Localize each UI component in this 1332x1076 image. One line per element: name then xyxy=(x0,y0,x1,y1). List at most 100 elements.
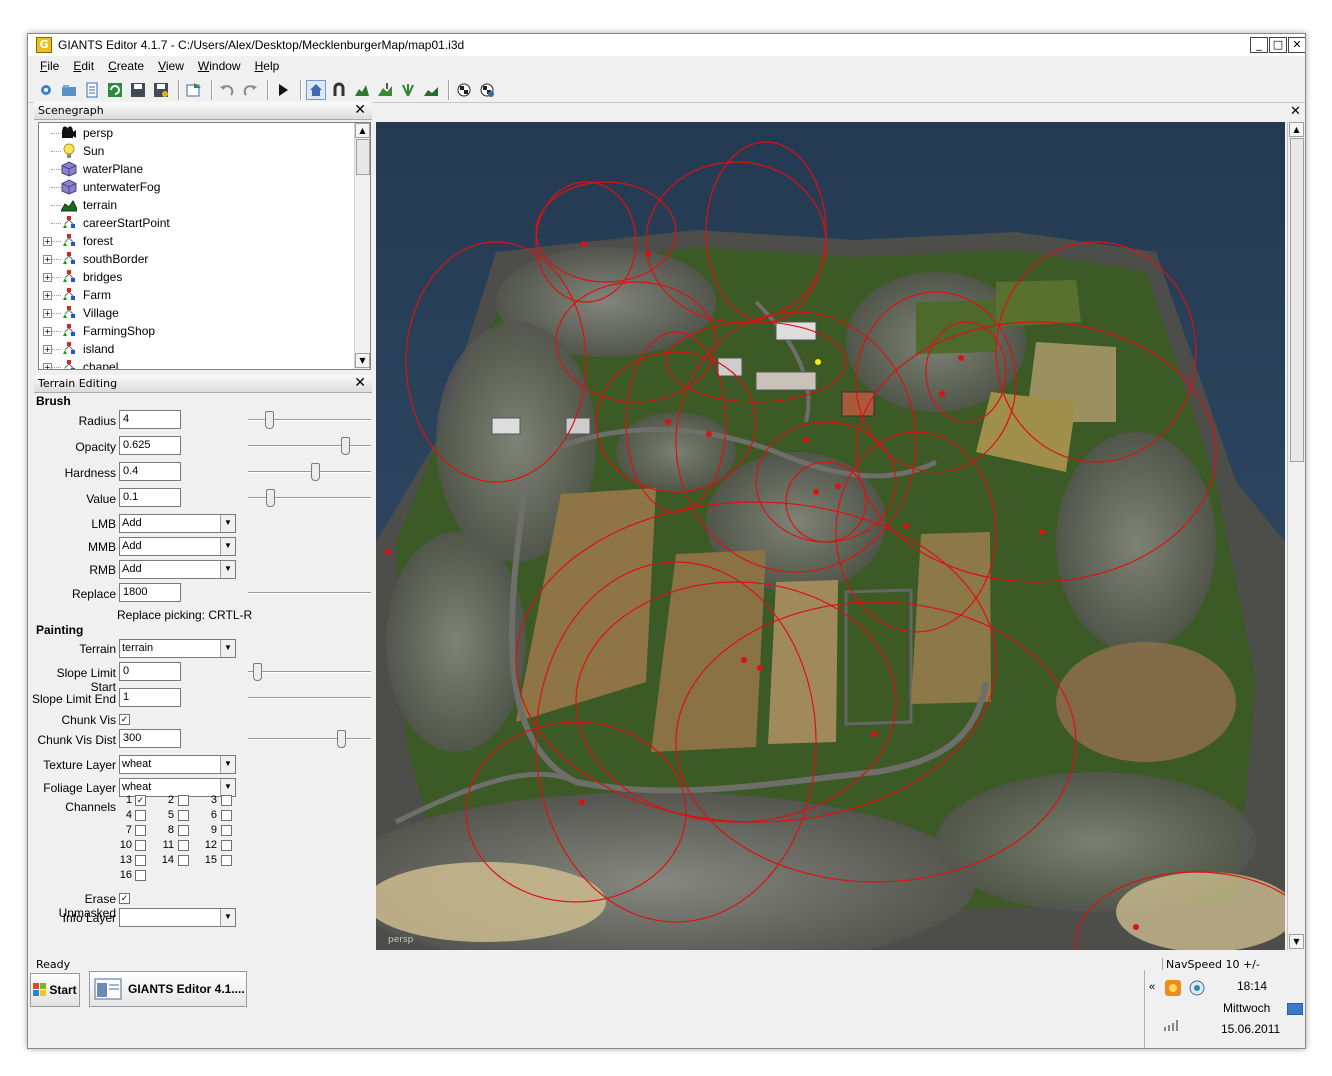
chunk-vis-dist-slider-thumb[interactable] xyxy=(337,730,346,748)
replace-input[interactable]: 1800 xyxy=(119,583,181,602)
opacity-input[interactable]: 0.625 xyxy=(119,436,181,455)
radius-input[interactable]: 4 xyxy=(119,410,181,429)
checker-icon[interactable] xyxy=(454,80,474,100)
scroll-thumb[interactable] xyxy=(1290,138,1304,462)
channel-checkbox[interactable] xyxy=(135,825,146,836)
expand-icon[interactable]: + xyxy=(43,327,52,336)
opacity-slider[interactable] xyxy=(248,437,371,455)
slope-limit-start-input[interactable]: 0 xyxy=(119,662,181,681)
desktop-icon[interactable] xyxy=(1287,1003,1303,1015)
info-layer-select[interactable]: ▼ xyxy=(119,908,236,927)
save-as-icon[interactable] xyxy=(151,80,171,100)
channel-checkbox[interactable] xyxy=(178,840,189,851)
scenegraph-tree[interactable]: persp Sun waterPlane unterwaterFog terrain ca… xyxy=(38,122,371,370)
channel-checkbox[interactable] xyxy=(178,855,189,866)
channel-checkbox[interactable] xyxy=(221,795,232,806)
minimize-button[interactable]: _ xyxy=(1250,37,1268,53)
expand-icon[interactable]: + xyxy=(43,291,52,300)
tray-expand-icon[interactable]: « xyxy=(1149,981,1155,993)
chevron-down-icon[interactable]: ▼ xyxy=(220,909,235,926)
slope-limit-end-input[interactable]: 1 xyxy=(119,688,181,707)
texture-layer-select[interactable]: wheat ▼ xyxy=(119,755,236,774)
expand-icon[interactable]: + xyxy=(43,237,52,246)
tray-app-icon[interactable] xyxy=(1165,980,1181,996)
channel-checkbox[interactable] xyxy=(221,825,232,836)
expand-icon[interactable]: + xyxy=(43,309,52,318)
scenegraph-item[interactable]: terrain xyxy=(61,196,117,214)
chevron-down-icon[interactable]: ▼ xyxy=(220,561,235,578)
terrain-paint-icon[interactable] xyxy=(375,80,395,100)
expand-icon[interactable]: + xyxy=(43,255,52,264)
menu-file[interactable]: File xyxy=(40,59,59,73)
expand-icon[interactable]: + xyxy=(43,345,52,354)
maximize-button[interactable]: □ xyxy=(1269,37,1287,53)
terrain-select[interactable]: terrain ▼ xyxy=(119,639,236,658)
start-button[interactable]: Start xyxy=(30,973,80,1007)
refresh-icon[interactable] xyxy=(105,80,125,100)
scenegraph-item[interactable]: careerStartPoint xyxy=(61,214,170,232)
open-icon[interactable] xyxy=(59,80,79,100)
expand-icon[interactable]: + xyxy=(43,363,52,369)
slope-limit-start-slider-thumb[interactable] xyxy=(253,663,262,681)
opacity-slider-thumb[interactable] xyxy=(341,437,350,455)
terrain-detail-icon[interactable] xyxy=(421,80,441,100)
redo-icon[interactable] xyxy=(240,80,260,100)
channel-checkbox[interactable] xyxy=(221,810,232,821)
tray-network-icon[interactable] xyxy=(1189,980,1205,996)
terrain-editing-close-button[interactable]: ✕ xyxy=(354,375,366,392)
channel-checkbox[interactable] xyxy=(135,855,146,866)
scenegraph-item[interactable]: persp xyxy=(61,124,113,142)
radius-slider[interactable] xyxy=(248,411,371,429)
hardness-input[interactable]: 0.4 xyxy=(119,462,181,481)
chevron-down-icon[interactable]: ▼ xyxy=(220,779,235,796)
3d-viewport[interactable]: persp xyxy=(376,122,1285,950)
slope-limit-end-slider[interactable] xyxy=(248,697,371,699)
clock-time[interactable]: 18:14 xyxy=(1237,979,1267,993)
menu-view[interactable]: View xyxy=(158,59,184,73)
slope-limit-start-slider[interactable] xyxy=(248,663,371,681)
magnet-icon[interactable] xyxy=(329,80,349,100)
scroll-thumb[interactable] xyxy=(356,139,370,175)
viewport-scrollbar[interactable]: ✕ ▲ ▼ xyxy=(1287,104,1305,950)
foliage-paint-icon[interactable] xyxy=(398,80,418,100)
chunk-vis-dist-input[interactable]: 300 xyxy=(119,729,181,748)
play-icon[interactable] xyxy=(273,80,293,100)
menu-help[interactable]: Help xyxy=(255,59,280,73)
scenegraph-item[interactable]: island xyxy=(61,340,114,358)
scenegraph-item[interactable]: unterwaterFog xyxy=(61,178,160,196)
value-slider[interactable] xyxy=(248,489,371,507)
scenegraph-item[interactable]: FarmingShop xyxy=(61,322,155,340)
scenegraph-item[interactable]: chapel xyxy=(61,358,118,369)
menu-window[interactable]: Window xyxy=(198,59,241,73)
channel-checkbox[interactable] xyxy=(221,840,232,851)
hardness-slider-thumb[interactable] xyxy=(311,463,320,481)
import-icon[interactable] xyxy=(184,80,204,100)
menu-create[interactable]: Create xyxy=(108,59,144,73)
expand-icon[interactable]: + xyxy=(43,273,52,282)
chevron-down-icon[interactable]: ▼ xyxy=(220,756,235,773)
value-slider-thumb[interactable] xyxy=(266,489,275,507)
mmb-select[interactable]: Add ▼ xyxy=(119,537,236,556)
home-icon[interactable] xyxy=(306,79,326,100)
channel-checkbox[interactable] xyxy=(178,825,189,836)
channel-checkbox[interactable] xyxy=(135,810,146,821)
replace-slider[interactable] xyxy=(248,592,371,594)
chunk-vis-dist-slider[interactable] xyxy=(248,730,371,748)
scenegraph-item[interactable]: waterPlane xyxy=(61,160,143,178)
chevron-down-icon[interactable]: ▼ xyxy=(220,640,235,657)
channel-checkbox[interactable] xyxy=(178,795,189,806)
scenegraph-icon[interactable] xyxy=(82,80,102,100)
channel-checkbox[interactable] xyxy=(135,870,146,881)
channel-checkbox[interactable] xyxy=(221,855,232,866)
scenegraph-item[interactable]: Sun xyxy=(61,142,104,160)
menu-edit[interactable]: Edit xyxy=(73,59,94,73)
scenegraph-item[interactable]: southBorder xyxy=(61,250,148,268)
erase-unmasked-checkbox[interactable]: ✓ xyxy=(119,893,130,904)
scroll-up-button[interactable]: ▲ xyxy=(355,123,370,138)
value-input[interactable]: 0.1 xyxy=(119,488,181,507)
scenegraph-close-button[interactable]: ✕ xyxy=(354,102,366,119)
scroll-down-button[interactable]: ▼ xyxy=(1289,934,1304,949)
scenegraph-scrollbar[interactable]: ▲ ▼ xyxy=(354,123,370,369)
save-icon[interactable] xyxy=(128,80,148,100)
channel-checkbox[interactable]: ✓ xyxy=(135,795,146,806)
